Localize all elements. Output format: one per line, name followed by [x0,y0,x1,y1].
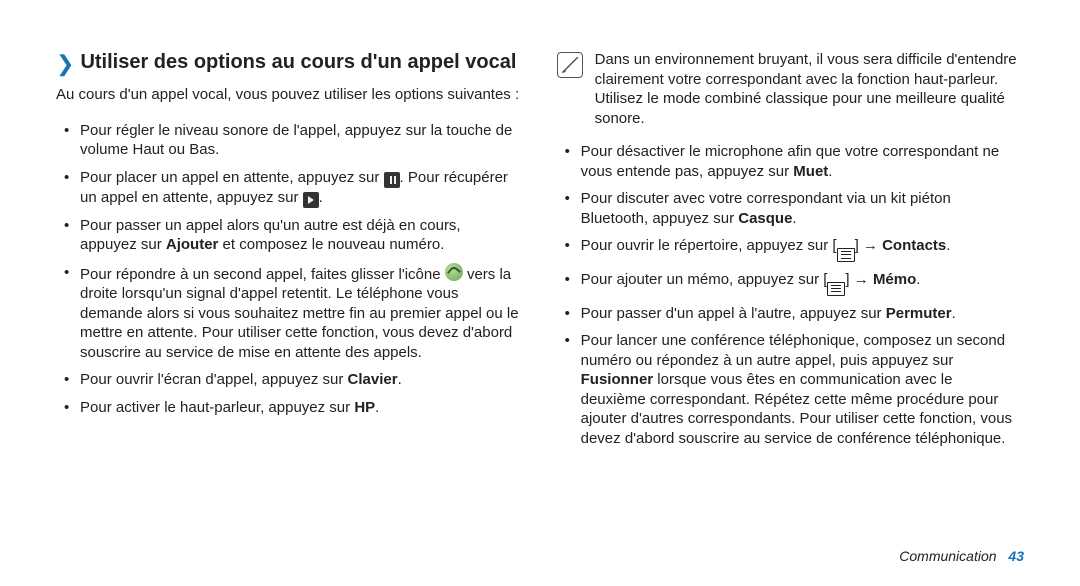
menu-icon [837,248,855,262]
bold-text: Clavier [348,371,398,388]
item-text: ] → [845,271,873,288]
item-text: . [828,163,832,180]
list-item: Pour désactiver le microphone afin que v… [581,142,1022,181]
list-item: Pour activer le haut-parleur, appuyez su… [80,398,521,418]
list-item: Pour ouvrir l'écran d'appel, appuyez sur… [80,370,521,390]
note-icon [557,52,583,78]
call-answer-icon [445,263,463,281]
item-text: Pour ouvrir le répertoire, appuyez sur [ [581,237,837,254]
bold-text: Contacts [882,237,946,254]
section-heading: ❯ Utiliser des options au cours d'un app… [56,50,521,75]
item-text: Pour ouvrir l'écran d'appel, appuyez sur [80,371,348,388]
item-text: Pour lancer une conférence téléphonique,… [581,332,1005,369]
item-text: Pour passer d'un appel à l'autre, appuye… [581,305,886,322]
left-bullet-list: Pour régler le niveau sonore de l'appel,… [56,121,521,418]
item-text: . [319,189,323,206]
item-text: Pour répondre à un second appel, faites … [80,266,445,283]
list-item: Pour lancer une conférence téléphonique,… [581,331,1022,448]
item-text: ] → [855,237,883,254]
item-text: . [398,371,402,388]
chevron-right-icon: ❯ [56,53,74,75]
item-text: . [375,399,379,416]
heading-text: Utiliser des options au cours d'un appel… [80,50,516,75]
note-callout: Dans un environnement bruyant, il vous s… [557,50,1022,128]
list-item: Pour placer un appel en attente, appuyez… [80,168,521,208]
item-text: Pour désactiver le microphone afin que v… [581,143,1000,180]
note-text: Dans un environnement bruyant, il vous s… [595,50,1022,128]
right-bullet-list: Pour désactiver le microphone afin que v… [557,142,1022,448]
left-column: ❯ Utiliser des options au cours d'un app… [56,50,521,456]
list-item: Pour discuter avec votre correspondant v… [581,189,1022,228]
item-text: Pour activer le haut-parleur, appuyez su… [80,399,354,416]
bold-text: HP [354,399,375,416]
bold-text: Muet [793,163,828,180]
pause-icon [384,172,400,188]
item-text: . [952,305,956,322]
menu-icon [827,282,845,296]
bold-text: Mémo [873,271,916,288]
right-column: Dans un environnement bruyant, il vous s… [557,50,1022,456]
item-text: et composez le nouveau numéro. [218,236,444,253]
list-item: Pour ajouter un mémo, appuyez sur [ ] → M… [581,270,1022,296]
bold-text: Ajouter [166,236,219,253]
list-item: Pour passer d'un appel à l'autre, appuye… [581,304,1022,324]
play-icon [303,192,319,208]
list-item: Pour ouvrir le répertoire, appuyez sur [… [581,236,1022,262]
list-item: Pour régler le niveau sonore de l'appel,… [80,121,521,160]
item-text: . [946,237,950,254]
footer-section: Communication [899,548,996,564]
bold-text: Casque [738,210,792,227]
item-text: Pour régler le niveau sonore de l'appel,… [80,122,512,159]
item-text: Pour ajouter un mémo, appuyez sur [ [581,271,828,288]
item-text: . [792,210,796,227]
list-item: Pour passer un appel alors qu'un autre e… [80,216,521,255]
list-item: Pour répondre à un second appel, faites … [80,263,521,363]
item-text: . [916,271,920,288]
footer-page-number: 43 [1008,548,1024,564]
bold-text: Permuter [886,305,952,322]
item-text: Pour placer un appel en attente, appuyez… [80,169,384,186]
page-columns: ❯ Utiliser des options au cours d'un app… [56,50,1024,456]
intro-text: Au cours d'un appel vocal, vous pouvez u… [56,85,521,105]
page-footer: Communication 43 [899,548,1024,564]
bold-text: Fusionner [581,371,654,388]
